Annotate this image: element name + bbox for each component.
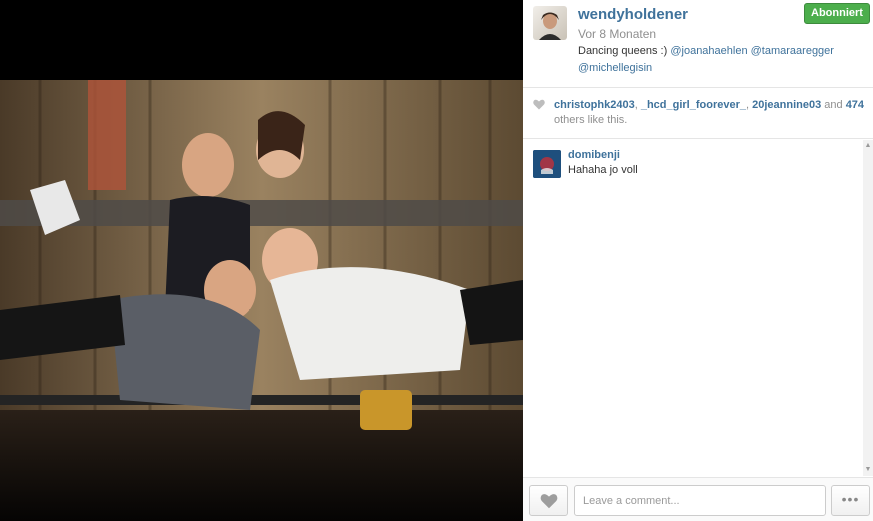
liker-link[interactable]: 20jeannine03 (752, 99, 821, 111)
liker-link[interactable]: christophk2403 (554, 99, 635, 111)
photo-pane (0, 0, 523, 521)
likes-count[interactable]: 474 (846, 99, 864, 111)
ellipsis-icon: ••• (841, 491, 860, 507)
more-options-button[interactable]: ••• (831, 485, 870, 516)
scroll-down-arrow-icon[interactable]: ▼ (864, 466, 872, 474)
comments-list: domibenji Hahaha jo voll ▲ ▼ (523, 140, 873, 476)
comment-avatar[interactable] (533, 150, 561, 178)
post-photo-image (0, 80, 523, 521)
likes-and: and (824, 99, 843, 111)
liker-link[interactable]: _hcd_girl_foorever_ (641, 99, 746, 111)
heart-icon (540, 494, 558, 509)
likes-suffix: others like this. (554, 114, 628, 126)
comment-avatar-image (533, 150, 561, 178)
comment-username[interactable]: domibenji (568, 149, 620, 161)
mention-link[interactable]: @joanahaehlen (670, 45, 747, 57)
likes-text: christophk2403, _hcd_girl_foorever_, 20j… (554, 99, 865, 126)
heart-icon (533, 99, 545, 110)
mention-link[interactable]: @tamaraaregger (751, 45, 834, 57)
caption-text: Dancing queens :) (578, 45, 671, 57)
comments-scrollbar[interactable]: ▲ ▼ (863, 140, 873, 476)
scroll-up-arrow-icon[interactable]: ▲ (864, 142, 872, 150)
post-header: wendyholdener Vor 8 Monaten Dancing quee… (523, 0, 873, 88)
post-detail-panel: wendyholdener Vor 8 Monaten Dancing quee… (523, 0, 873, 521)
follow-button[interactable]: Abonniert (804, 3, 870, 24)
post-username[interactable]: wendyholdener (578, 6, 688, 23)
mention-link[interactable]: @michellegisin (578, 62, 652, 74)
comment-input[interactable] (574, 485, 826, 516)
comment-composer: ••• (523, 477, 873, 521)
like-button[interactable] (529, 485, 568, 516)
post-photo[interactable] (0, 80, 523, 521)
post-caption: Dancing queens :) @joanahaehlen @tamaraa… (578, 43, 858, 77)
likes-section: christophk2403, _hcd_girl_foorever_, 20j… (523, 89, 873, 139)
comment-text: Hahaha jo voll (568, 164, 638, 176)
avatar[interactable] (533, 6, 567, 40)
post-timestamp[interactable]: Vor 8 Monaten (578, 27, 656, 41)
avatar-image (539, 12, 561, 40)
